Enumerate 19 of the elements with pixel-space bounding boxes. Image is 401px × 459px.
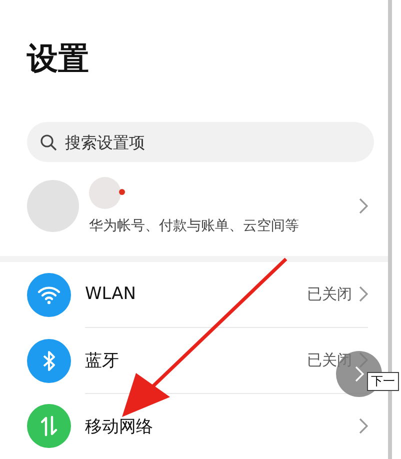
account-row[interactable]: 华为帐号、付款与账单、云空间等 xyxy=(0,162,388,251)
setting-status: 已关闭 xyxy=(307,284,352,304)
setting-label: 移动网络 xyxy=(85,416,154,438)
data-arrows-icon xyxy=(41,415,57,438)
chevron-right-icon xyxy=(358,418,368,434)
chevron-right-icon xyxy=(358,286,368,302)
settings-row[interactable]: 移动网络 xyxy=(0,393,388,459)
chevron-right-icon xyxy=(358,198,368,214)
search-icon xyxy=(40,134,57,151)
account-subtitle: 华为帐号、付款与账单、云空间等 xyxy=(89,217,300,236)
tooltip: 下一 xyxy=(367,372,399,391)
chevron-right-icon xyxy=(354,366,364,382)
setting-label: 蓝牙 xyxy=(85,350,120,372)
page-title: 设置 xyxy=(27,40,90,78)
wifi-icon xyxy=(37,284,61,305)
settings-row[interactable]: WLAN 已关闭 xyxy=(0,262,388,328)
setting-label: WLAN xyxy=(85,284,138,304)
search-field[interactable]: 搜索设置项 xyxy=(27,122,374,162)
bluetooth-icon xyxy=(42,350,56,372)
